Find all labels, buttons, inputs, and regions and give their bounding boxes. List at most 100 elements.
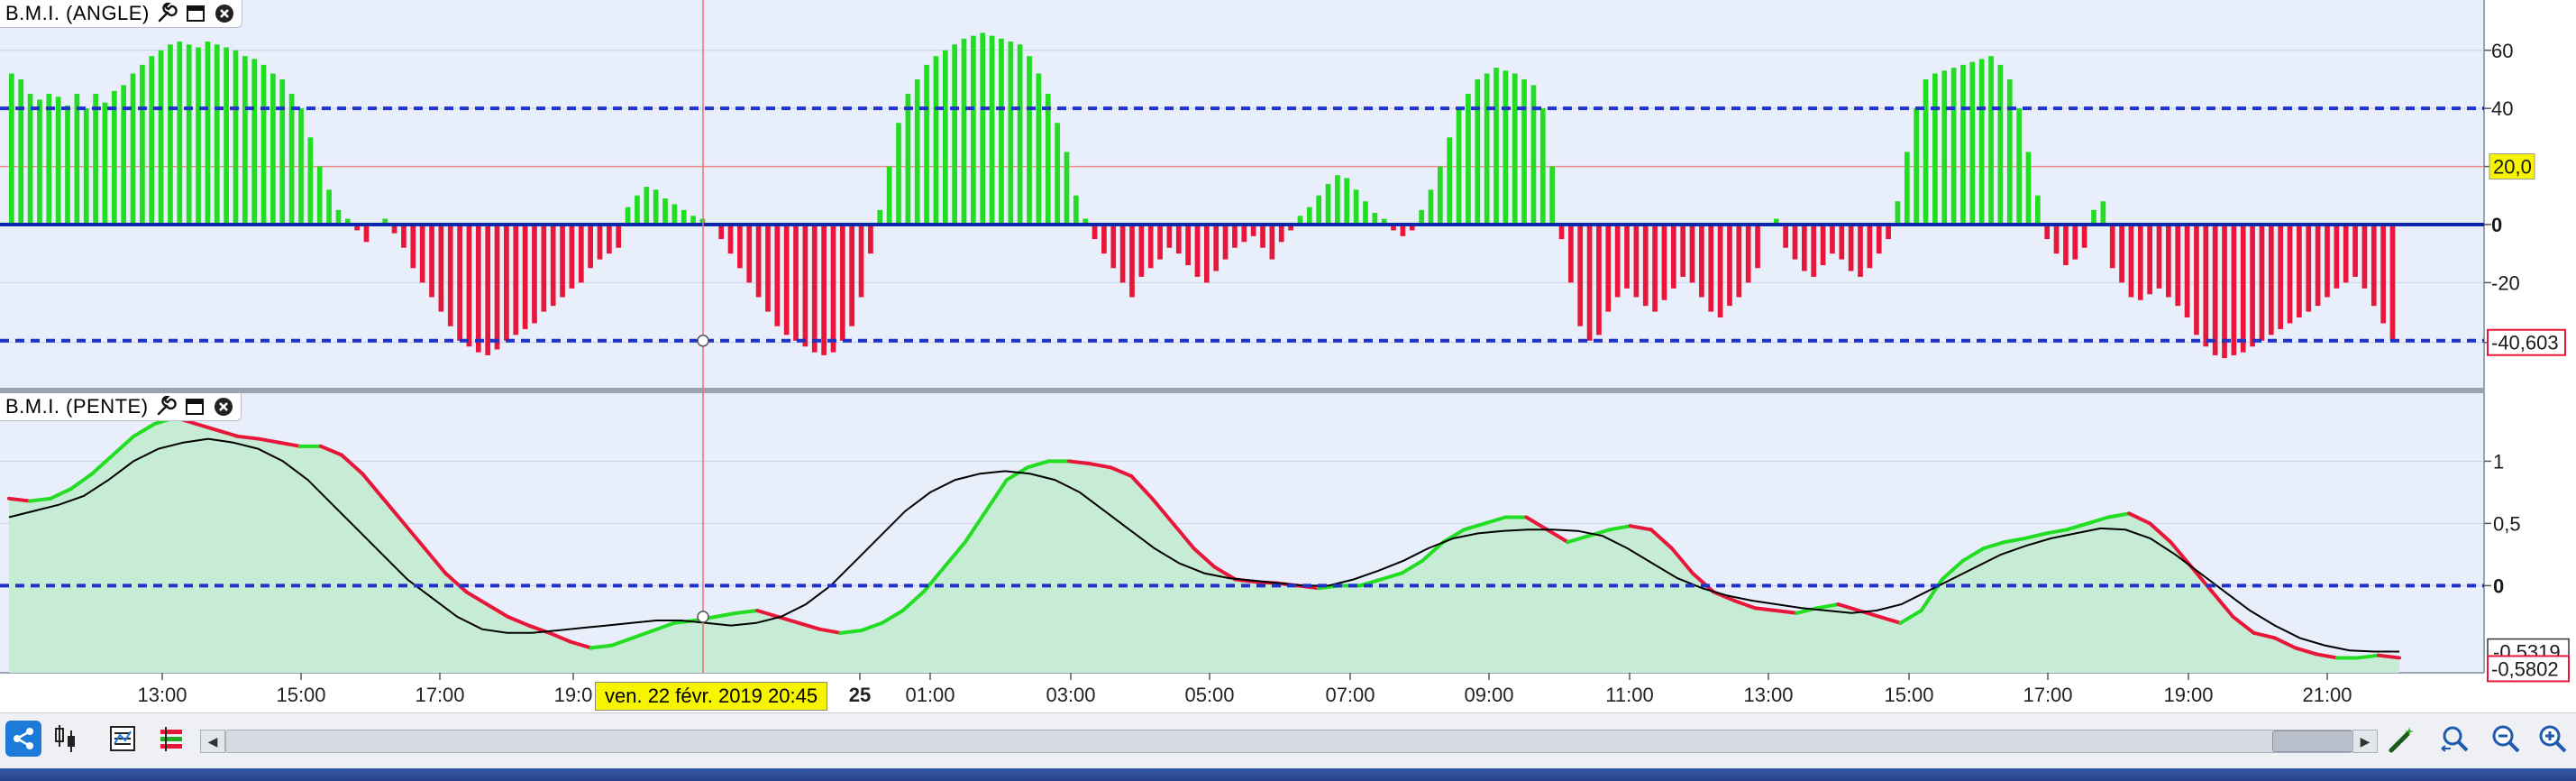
angle-bar bbox=[971, 35, 976, 225]
angle-bar bbox=[2016, 108, 2022, 225]
scroll-right-button[interactable]: ▶ bbox=[2352, 730, 2378, 753]
magic-wand-icon bbox=[2389, 727, 2414, 753]
angle-bar bbox=[288, 94, 295, 225]
pente-y-tick-label: 0 bbox=[2493, 574, 2504, 597]
angle-bar bbox=[2109, 224, 2115, 269]
angle-bar bbox=[2203, 224, 2209, 347]
x-tick-label: 15:00 bbox=[276, 684, 325, 706]
angle-bar bbox=[1539, 108, 1546, 225]
angle-bar bbox=[597, 224, 603, 260]
bars-config-button[interactable] bbox=[153, 721, 189, 757]
wrench-icon[interactable] bbox=[154, 395, 178, 418]
angle-bar bbox=[793, 224, 799, 341]
angle-bar bbox=[1969, 61, 1976, 225]
angle-bar bbox=[214, 44, 220, 225]
angle-bar bbox=[1820, 224, 1826, 266]
angle-bar bbox=[877, 209, 883, 225]
x-tick-label: 13:00 bbox=[137, 684, 187, 706]
zoom-fit-icon bbox=[2441, 726, 2469, 752]
angle-bar bbox=[1512, 73, 1518, 225]
angle-bar bbox=[1652, 224, 1658, 312]
angle-bar bbox=[1110, 224, 1117, 269]
angle-bar bbox=[644, 187, 650, 225]
window-maximize-icon[interactable] bbox=[183, 395, 206, 418]
angle-bar bbox=[635, 195, 640, 225]
angle-bar bbox=[1633, 224, 1640, 298]
angle-bar bbox=[2325, 224, 2330, 298]
angle-bar bbox=[1736, 224, 1742, 298]
angle-bar bbox=[2034, 195, 2041, 225]
x-tick-label: 01:00 bbox=[905, 684, 955, 706]
angle-bar bbox=[1839, 224, 1845, 260]
close-icon[interactable] bbox=[213, 2, 236, 25]
angle-bar bbox=[270, 73, 276, 225]
angle-bar bbox=[1717, 224, 1723, 318]
zoom-in-button[interactable] bbox=[2535, 721, 2571, 757]
pente-panel-title: B.M.I. (PENTE) bbox=[5, 395, 149, 418]
pente-line-segment bbox=[838, 629, 863, 635]
angle-bar bbox=[1027, 56, 1032, 225]
angle-bar bbox=[1858, 224, 1863, 277]
candlestick-icon bbox=[55, 725, 75, 752]
angle-bar bbox=[2166, 224, 2171, 298]
angle-bar bbox=[2278, 224, 2284, 329]
angle-bar bbox=[1428, 189, 1434, 225]
angle-bar bbox=[419, 224, 425, 283]
angle-bar bbox=[802, 224, 808, 347]
angle-bar bbox=[2287, 224, 2293, 324]
angle-last-value-label: -40,603 bbox=[2491, 332, 2559, 354]
angle-bar bbox=[1932, 73, 1938, 225]
share-button[interactable] bbox=[5, 721, 41, 757]
angle-bar bbox=[914, 78, 920, 225]
angle-bar bbox=[2334, 224, 2340, 289]
angle-bar bbox=[429, 224, 434, 298]
angle-bar bbox=[2184, 224, 2190, 318]
zoom-out-button[interactable] bbox=[2488, 721, 2524, 757]
angle-bar bbox=[438, 224, 444, 312]
time-scrollbar[interactable] bbox=[225, 730, 2373, 753]
angle-bar bbox=[1727, 224, 1732, 307]
angle-bar bbox=[2053, 224, 2060, 254]
angle-bar bbox=[205, 41, 211, 225]
indicators-button[interactable] bbox=[105, 721, 141, 757]
angle-bar bbox=[1157, 224, 1163, 260]
angle-bar bbox=[1895, 201, 1901, 225]
angle-bar bbox=[1848, 224, 1854, 271]
angle-bar bbox=[952, 44, 957, 225]
chart-type-button[interactable] bbox=[49, 721, 85, 757]
angle-bar bbox=[2222, 224, 2227, 359]
angle-bar bbox=[2297, 224, 2302, 318]
angle-bar bbox=[1867, 224, 1873, 269]
angle-bar bbox=[2194, 224, 2199, 335]
x-tick-label: 15:00 bbox=[1884, 684, 1933, 706]
chart-canvas[interactable]: 604020,00-20-40,603 10,50-0,5319-0,5802 … bbox=[0, 0, 2576, 712]
angle-bar bbox=[93, 94, 98, 225]
zoom-fit-button[interactable] bbox=[2437, 721, 2473, 757]
angle-bar bbox=[2370, 224, 2377, 307]
angle-bar bbox=[1008, 41, 1014, 225]
pente-line-segment bbox=[1753, 606, 1778, 612]
angle-bar bbox=[718, 224, 725, 240]
angle-bar bbox=[1923, 78, 1929, 225]
angle-bar bbox=[1260, 224, 1265, 248]
close-icon[interactable] bbox=[212, 395, 235, 418]
angle-bar bbox=[251, 59, 258, 225]
angle-bar bbox=[1036, 73, 1042, 225]
angle-bar bbox=[1073, 195, 1079, 225]
angle-bar bbox=[560, 224, 565, 298]
scroll-left-button[interactable]: ◀ bbox=[200, 730, 225, 753]
angle-bar bbox=[1503, 70, 1509, 225]
x-tick-label: 11:00 bbox=[1605, 684, 1653, 706]
angle-bar bbox=[1960, 64, 1966, 225]
angle-bar bbox=[260, 64, 267, 225]
window-maximize-icon[interactable] bbox=[184, 2, 207, 25]
magic-wand-button[interactable] bbox=[2385, 721, 2421, 757]
angle-bar bbox=[1222, 224, 1229, 260]
angle-bar bbox=[55, 96, 61, 225]
angle-bar bbox=[1670, 224, 1676, 289]
x-tick-label: 19:0 bbox=[554, 684, 593, 706]
angle-bar bbox=[2025, 152, 2032, 225]
angle-bar bbox=[2147, 224, 2152, 295]
angle-bar bbox=[2231, 224, 2237, 355]
wrench-icon[interactable] bbox=[155, 2, 178, 25]
